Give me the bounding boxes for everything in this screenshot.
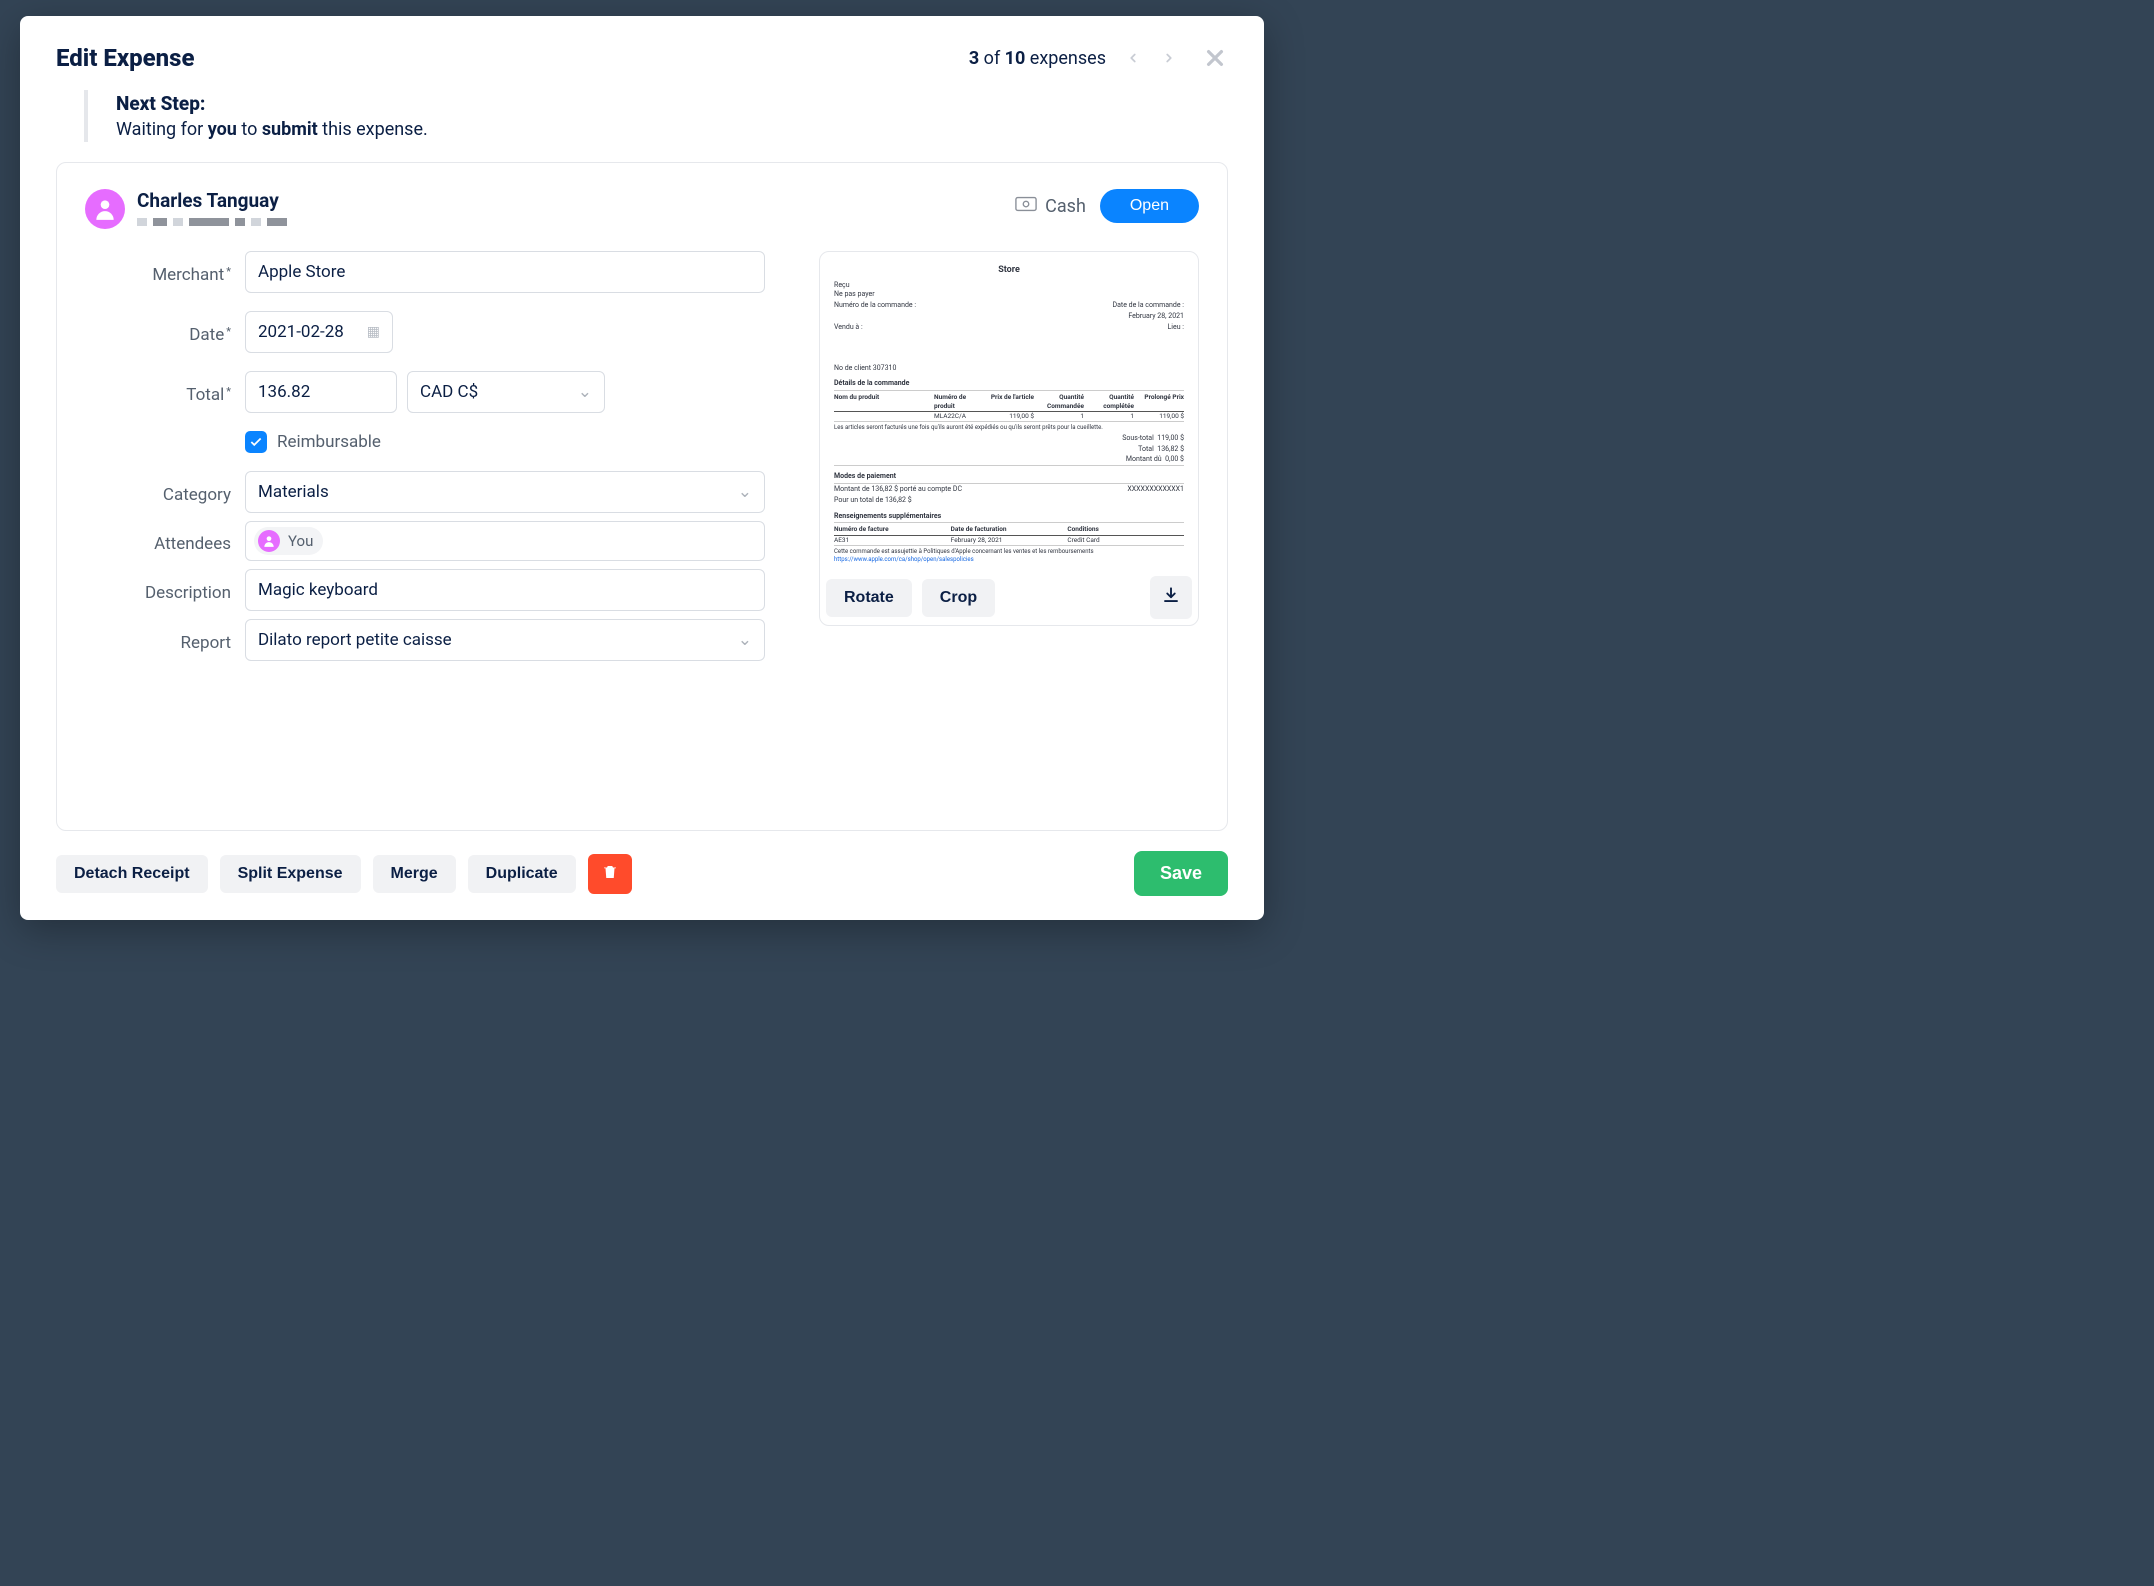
chevron-down-icon: ⌄	[738, 630, 752, 650]
form-left: Merchant Apple Store Date 2021-02-28 ▦ T…	[85, 251, 775, 669]
open-button[interactable]: Open	[1100, 189, 1199, 223]
trash-icon	[601, 863, 619, 884]
receipt-image[interactable]: Store Reçu Ne pas payer Numéro de la com…	[826, 258, 1192, 570]
card-top: Charles Tanguay	[85, 189, 1199, 229]
total-input[interactable]: 136.82	[245, 371, 397, 413]
next-step-title: Next Step:	[116, 92, 1228, 115]
next-step-banner: Next Step: Waiting for you to submit thi…	[84, 90, 1228, 142]
avatar	[85, 189, 125, 229]
description-input[interactable]: Magic keyboard	[245, 569, 765, 611]
crop-button[interactable]: Crop	[922, 579, 995, 617]
pagination-text: 3 of 10 expenses	[969, 48, 1106, 69]
report-select[interactable]: Dilato report petite caisse ⌄	[245, 619, 765, 661]
payment-method: Cash	[1015, 196, 1086, 217]
save-button[interactable]: Save	[1134, 851, 1228, 896]
date-input[interactable]: 2021-02-28 ▦	[245, 311, 393, 353]
cash-icon	[1015, 196, 1037, 217]
footer: Detach Receipt Split Expense Merge Dupli…	[56, 851, 1228, 896]
next-expense-button[interactable]	[1160, 49, 1178, 67]
category-select[interactable]: Materials ⌄	[245, 471, 765, 513]
edit-expense-modal: Edit Expense 3 of 10 expenses Next Step:…	[20, 16, 1264, 920]
header-right: 3 of 10 expenses	[969, 45, 1228, 71]
chevron-down-icon: ⌄	[578, 382, 592, 402]
prev-expense-button[interactable]	[1124, 49, 1142, 67]
merchant-input[interactable]: Apple Store	[245, 251, 765, 293]
pagination-current: 3	[969, 48, 979, 69]
reimbursable-checkbox[interactable]	[245, 431, 267, 453]
user-name: Charles Tanguay	[137, 189, 287, 212]
date-label: Date	[85, 319, 245, 345]
total-label: Total	[85, 379, 245, 405]
attendees-input[interactable]: You	[245, 521, 765, 561]
currency-select[interactable]: CAD C$ ⌄	[407, 371, 605, 413]
reimbursable-label: Reimbursable	[277, 432, 381, 452]
close-button[interactable]	[1202, 45, 1228, 71]
delete-button[interactable]	[588, 854, 632, 894]
merchant-label: Merchant	[85, 259, 245, 285]
rotate-button[interactable]: Rotate	[826, 579, 912, 617]
pagination-total: 10	[1005, 48, 1026, 69]
payment-open: Cash Open	[1015, 189, 1199, 223]
form-area: Merchant Apple Store Date 2021-02-28 ▦ T…	[85, 251, 1199, 669]
chevron-down-icon: ⌄	[738, 482, 752, 502]
attendee-chip[interactable]: You	[254, 527, 323, 555]
modal-title: Edit Expense	[56, 44, 195, 72]
attendees-label: Attendees	[85, 528, 245, 554]
detach-receipt-button[interactable]: Detach Receipt	[56, 855, 208, 893]
description-label: Description	[85, 577, 245, 603]
user-block: Charles Tanguay	[85, 189, 287, 229]
duplicate-button[interactable]: Duplicate	[468, 855, 576, 893]
calendar-icon: ▦	[367, 324, 380, 340]
category-label: Category	[85, 479, 245, 505]
receipt-actions: Rotate Crop	[826, 576, 1192, 619]
report-label: Report	[85, 627, 245, 653]
expense-card: Charles Tanguay	[56, 162, 1228, 831]
split-expense-button[interactable]: Split Expense	[220, 855, 361, 893]
next-step-body: Waiting for you to submit this expense.	[116, 119, 1228, 140]
merge-button[interactable]: Merge	[373, 855, 456, 893]
avatar-icon	[258, 530, 280, 552]
modal-header: Edit Expense 3 of 10 expenses	[56, 44, 1228, 72]
download-button[interactable]	[1150, 576, 1192, 619]
download-icon	[1162, 591, 1180, 608]
receipt-panel: Store Reçu Ne pas payer Numéro de la com…	[819, 251, 1199, 626]
reimbursable-row: Reimbursable	[245, 431, 381, 453]
user-subtext-redacted	[137, 218, 287, 226]
